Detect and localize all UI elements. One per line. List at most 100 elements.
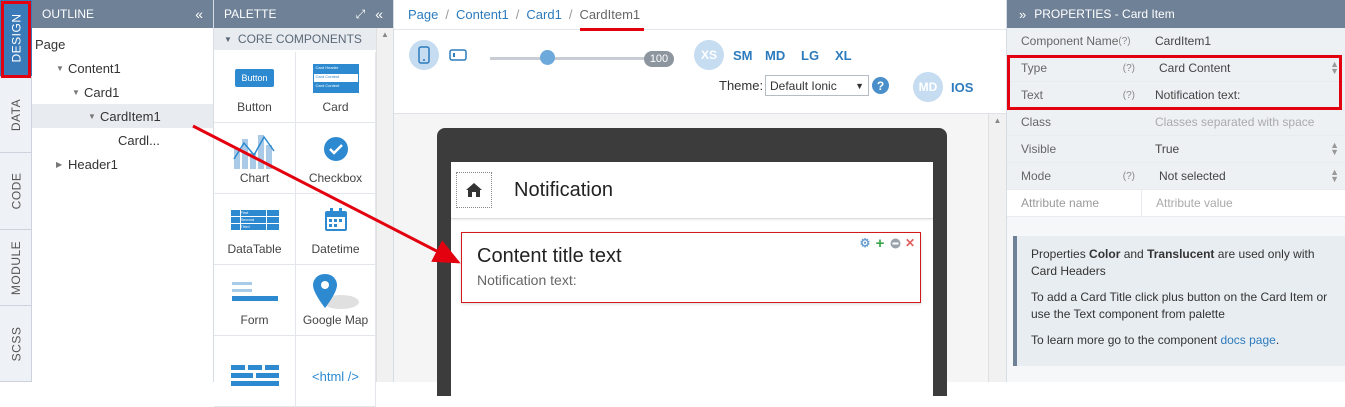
zoom-slider-thumb[interactable] [540, 50, 555, 65]
collapse-left-icon[interactable]: « [195, 6, 203, 22]
card-icon-row: Card Content [313, 74, 358, 83]
palette-checkbox[interactable]: Checkbox [296, 123, 376, 194]
prop-name-label: Class [1021, 115, 1052, 129]
prop-name-label: Type [1021, 61, 1048, 75]
help-icon[interactable]: ? [872, 77, 889, 94]
palette-grid: Button Button Card Header Card Content C… [214, 52, 393, 407]
breakpoint-xl[interactable]: XL [835, 48, 852, 63]
help-hint[interactable]: (?) [1123, 90, 1135, 101]
palette-html[interactable]: <html /> [296, 336, 376, 407]
tree-item-card1[interactable]: ▼ Card1 [32, 80, 213, 104]
home-button[interactable] [456, 172, 492, 208]
info-bold: Translucent [1147, 247, 1215, 261]
tab-design[interactable]: DESIGN [0, 0, 32, 77]
visible-select[interactable]: True ▲ ▼ [1141, 136, 1345, 162]
help-hint[interactable]: (?) [1118, 36, 1130, 47]
breadcrumb-content1[interactable]: Content1 [456, 7, 509, 22]
palette-datatable[interactable]: First Second Third DataTable [214, 194, 296, 265]
home-icon [466, 183, 482, 197]
app-header[interactable]: Notification [451, 162, 933, 219]
breadcrumb-separator: / [445, 7, 449, 22]
docs-link[interactable]: docs page [1220, 333, 1275, 347]
text-field[interactable]: Notification text: [1141, 82, 1345, 108]
close-icon[interactable]: ✕ [904, 237, 916, 249]
tree-item-page[interactable]: Page [32, 32, 213, 56]
palette-card[interactable]: Card Header Card Content Card Content Ca… [296, 52, 376, 123]
phone-landscape-button[interactable] [449, 49, 467, 64]
palette-form[interactable]: Form [214, 265, 296, 336]
zoom-slider-track[interactable] [490, 57, 648, 60]
palette-google-map[interactable]: Google Map [296, 265, 376, 336]
tree-item-carditem1[interactable]: ▼ CardItem1 [32, 104, 213, 128]
breadcrumb-card1[interactable]: Card1 [526, 7, 561, 22]
tree-item-content1[interactable]: ▼ Content1 [32, 56, 213, 80]
canvas-toolbar: 100 XS SM MD LG XL Theme: Default Ionic ▼… [394, 30, 1006, 114]
scroll-up-icon[interactable]: ▲ [989, 116, 1006, 125]
tree-label: Content1 [68, 60, 121, 76]
breadcrumb-separator: / [568, 7, 573, 22]
breadcrumb-carditem1[interactable]: CardItem1 [579, 7, 640, 22]
tab-data[interactable]: DATA [0, 77, 32, 153]
palette-header: PALETTE ⤢ « [214, 0, 393, 28]
breakpoint-sm[interactable]: SM [733, 48, 753, 63]
palette-label: Datetime [311, 242, 360, 256]
info-box: Properties Color and Translucent are use… [1013, 236, 1345, 366]
breakpoint-md[interactable]: MD [765, 48, 785, 63]
datatable-icon-cell: First [240, 210, 266, 216]
expand-icon[interactable]: ⤢ [356, 7, 366, 22]
tree-item-cardl[interactable]: Cardl... [32, 128, 213, 152]
breakpoint-label: XS [700, 48, 717, 62]
attribute-name-field[interactable]: Attribute name [1007, 190, 1141, 216]
breakpoint-xs[interactable]: XS [694, 40, 724, 70]
breakpoint-lg[interactable]: LG [801, 48, 819, 63]
canvas-scrollbar[interactable]: ▲ [988, 114, 1006, 382]
tab-module[interactable]: MODULE [0, 230, 32, 306]
prop-placeholder: Classes separated with space [1155, 115, 1315, 129]
caret-down-icon[interactable]: ▼ [72, 88, 82, 97]
tab-code[interactable]: CODE [0, 153, 32, 230]
prop-row-class: Class Classes separated with space [1007, 109, 1345, 136]
prop-name: Mode (?) [1007, 163, 1141, 189]
help-hint[interactable]: (?) [1123, 63, 1135, 74]
prop-name: Text (?) [1007, 82, 1141, 108]
help-hint[interactable]: (?) [1123, 171, 1135, 182]
prop-value: True [1155, 142, 1180, 156]
tab-scss[interactable]: SCSS [0, 306, 32, 382]
prop-row-type: Type (?) Card Content ▲ ▼ [1007, 55, 1345, 82]
palette-section[interactable]: ▼ CORE COMPONENTS [214, 28, 393, 50]
platform-ios[interactable]: IOS [951, 80, 973, 95]
component-name-field[interactable]: CardItem1 [1141, 28, 1345, 54]
mode-select[interactable]: Not selected ▲ ▼ [1141, 163, 1345, 189]
type-select[interactable]: Card Content ▲ ▼ [1141, 55, 1345, 81]
caret-right-icon[interactable]: ▶ [56, 160, 66, 169]
card-item[interactable]: ⚙ + ✕ Content title text Notification te… [461, 232, 921, 303]
info-bold: Color [1089, 247, 1121, 261]
palette-button[interactable]: Button Button [214, 52, 296, 123]
tree-item-header1[interactable]: ▶ Header1 [32, 152, 213, 176]
datatable-icon-cell: Second [240, 217, 266, 223]
palette-grid-component[interactable] [214, 336, 296, 407]
class-field[interactable]: Classes separated with space [1141, 109, 1345, 135]
caret-down-icon[interactable]: ▼ [56, 64, 66, 73]
card-icon-row: Card Header [313, 64, 358, 74]
palette-chart[interactable]: Chart [214, 123, 296, 194]
palette-datetime[interactable]: Datetime [296, 194, 376, 265]
palette-label: Checkbox [308, 171, 363, 185]
tree-label: Cardl... [118, 132, 160, 148]
device-frame: Notification ⚙ + ✕ Content title text No… [437, 128, 947, 396]
caret-down-icon[interactable]: ▼ [88, 112, 98, 121]
platform-md[interactable]: MD [913, 72, 943, 102]
attribute-value-field[interactable]: Attribute value [1141, 190, 1345, 216]
expand-right-icon[interactable]: » [1019, 7, 1026, 22]
platform-label: MD [918, 80, 938, 94]
scroll-up-icon[interactable]: ▲ [377, 30, 393, 39]
prop-name: Visible [1007, 136, 1141, 162]
gear-icon[interactable]: ⚙ [859, 237, 871, 249]
plus-icon[interactable]: + [874, 236, 886, 251]
theme-select[interactable]: Default Ionic ▼ [765, 75, 869, 96]
collapse-left-icon[interactable]: « [375, 6, 383, 22]
link-icon[interactable] [889, 237, 901, 249]
breadcrumb-page[interactable]: Page [408, 7, 438, 22]
phone-portrait-button[interactable] [409, 40, 439, 70]
palette-scrollbar[interactable]: ▲ [376, 28, 393, 382]
